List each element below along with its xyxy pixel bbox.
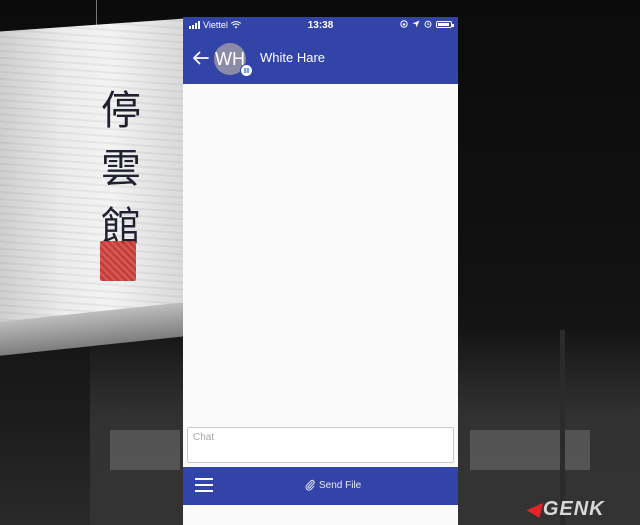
red-seal-stamp bbox=[100, 241, 136, 281]
watermark-text: GENK bbox=[542, 498, 605, 520]
send-file-button[interactable]: Send File bbox=[304, 479, 361, 491]
chat-header: WH White Hare bbox=[183, 34, 458, 84]
calligraphy-char: 停 bbox=[101, 88, 141, 134]
background-post bbox=[560, 330, 565, 525]
genk-arrow-icon: ◀ bbox=[526, 499, 541, 519]
genk-watermark-logo: ◀ GENK bbox=[526, 498, 605, 521]
back-arrow-icon bbox=[193, 51, 209, 65]
lamp-calligraphy: 停 雲 館 bbox=[96, 82, 146, 256]
send-file-label: Send File bbox=[319, 479, 362, 491]
lock-rotation-icon bbox=[400, 20, 408, 28]
chat-input[interactable] bbox=[187, 427, 454, 463]
phone-screen: Viettel 13:38 WH White Hare Chat Send Fi… bbox=[183, 17, 458, 525]
windows-icon bbox=[240, 64, 253, 77]
contact-name[interactable]: White Hare bbox=[260, 50, 325, 65]
battery-icon bbox=[436, 20, 454, 28]
bottom-toolbar: Send File bbox=[183, 467, 458, 505]
alarm-icon bbox=[424, 20, 432, 28]
status-bar: Viettel 13:38 bbox=[183, 17, 458, 34]
status-icons bbox=[400, 20, 454, 28]
background-window bbox=[110, 430, 180, 470]
back-button[interactable] bbox=[189, 46, 213, 70]
background-window bbox=[470, 430, 590, 470]
location-icon bbox=[412, 20, 420, 28]
message-list[interactable] bbox=[183, 84, 458, 424]
hamburger-menu-icon[interactable] bbox=[195, 478, 215, 494]
calligraphy-char: 雲 bbox=[101, 146, 141, 192]
paperclip-icon bbox=[305, 479, 315, 491]
paper-lamp bbox=[0, 18, 185, 342]
